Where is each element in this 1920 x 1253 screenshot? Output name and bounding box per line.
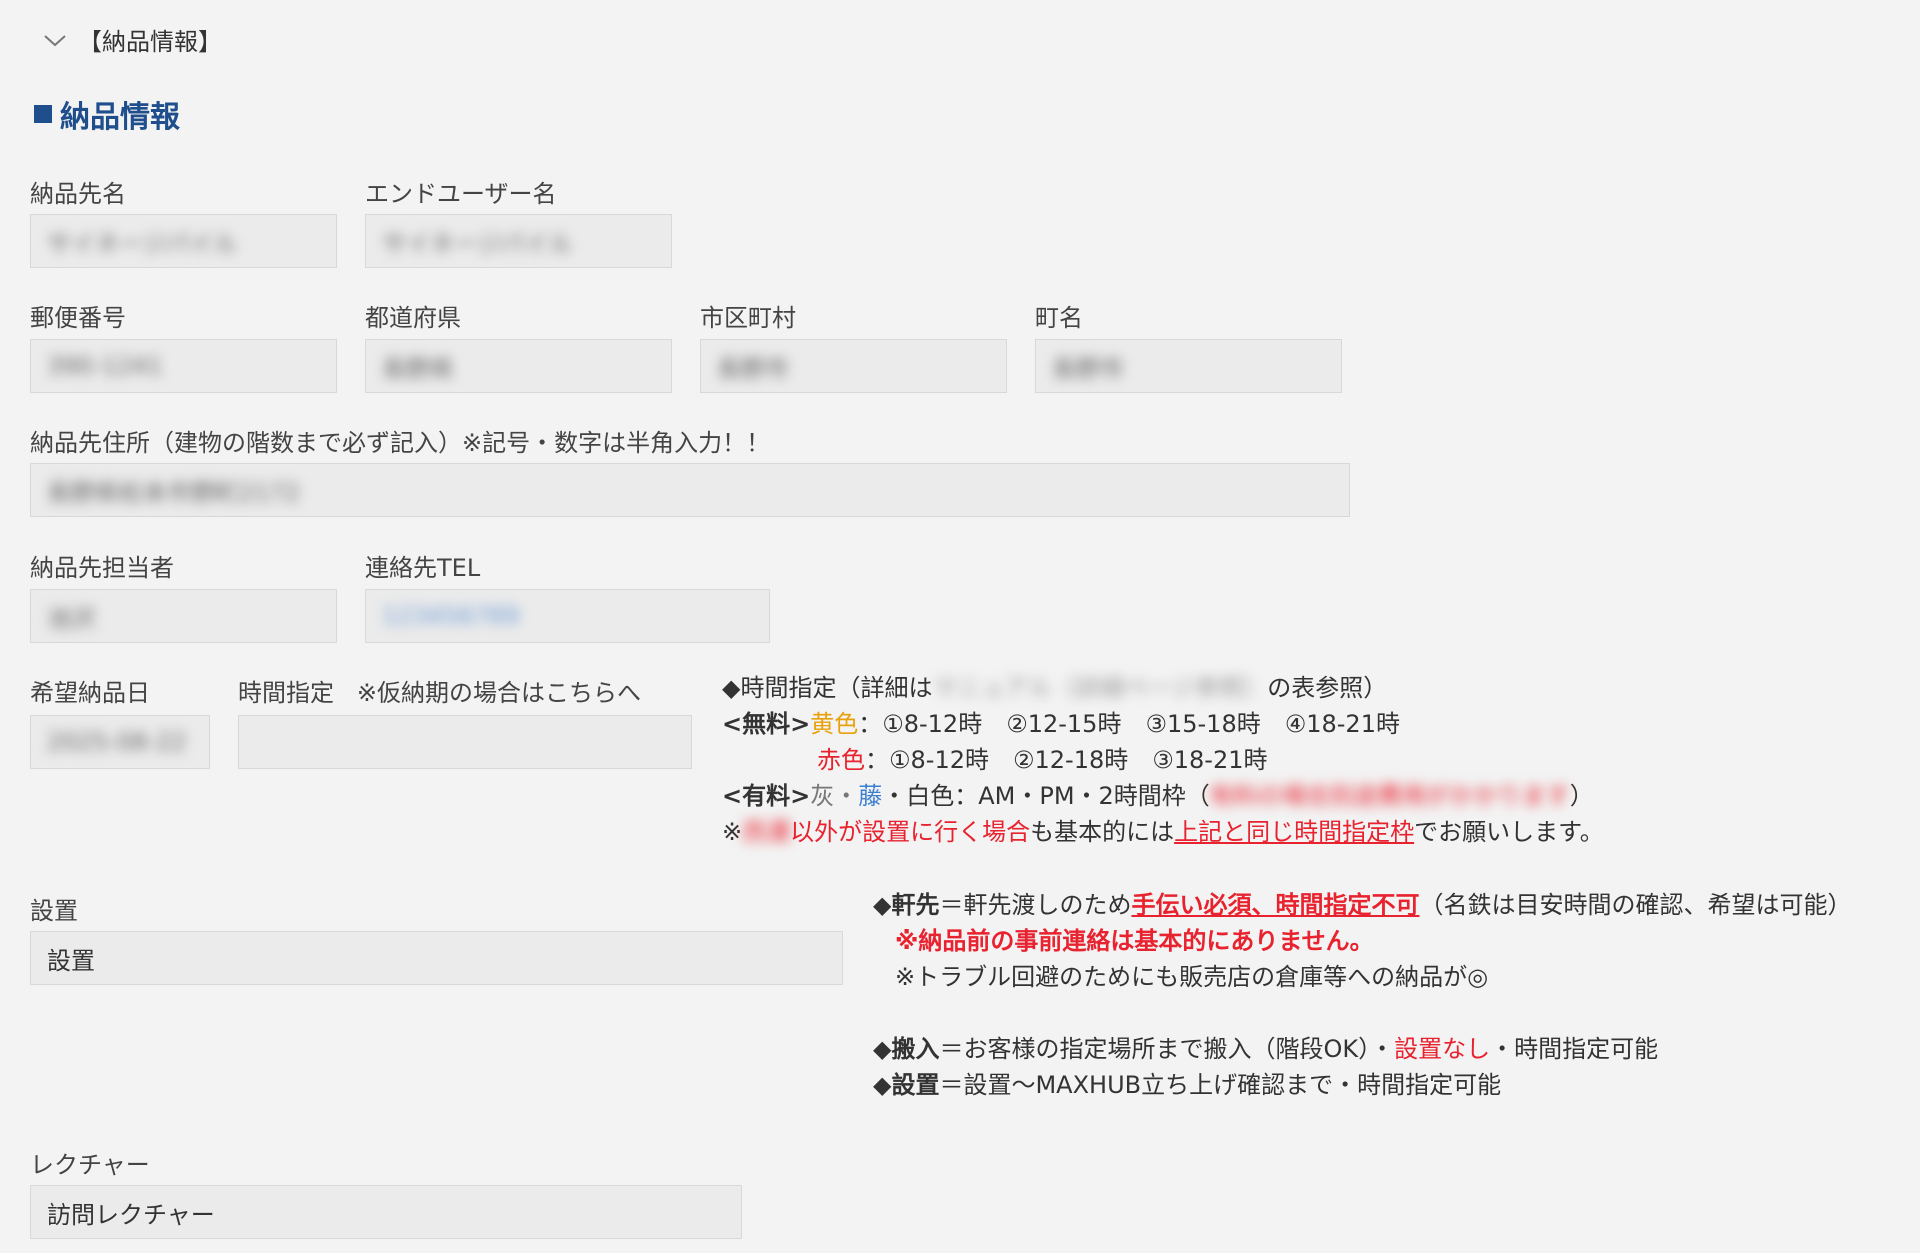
section-toggle-label: 【納品情報】 [78,28,222,56]
time-info-free-red: 赤色：①8-12時 ②12-18時 ③18-21時 [817,746,1268,774]
prefecture-field[interactable]: 長野県 [365,339,672,393]
lecture-select[interactable]: 訪問レクチャー [30,1185,742,1239]
desired-date-field[interactable]: 2025-08-22 [30,715,210,769]
contact-tel-label: 連絡先TEL [365,554,481,582]
install-info-line4: ◆搬入＝お客様の指定場所まで搬入（階段OK）・設置なし・時間指定可能 [873,1035,1659,1063]
town-label: 町名 [1035,304,1083,332]
time-info-note: ※西濃以外が設置に行く場合も基本的には上記と同じ時間指定枠でお願いします。 [722,818,1604,846]
postal-label: 郵便番号 [30,304,126,332]
delivery-name-label: 納品先名 [30,180,126,208]
time-slot-label: 時間指定 ※仮納期の場合はこちらへ [238,679,641,707]
page-title: 納品情報 [34,92,180,136]
end-user-field[interactable]: サイネージパイル [365,214,672,268]
time-info-paid: <有料>灰・藤・白色：AM・PM・2時間枠（有料の場合別途費用がかかります） [722,782,1594,810]
contact-tel-field[interactable]: 123456789 [365,589,770,643]
section-toggle[interactable]: 【納品情報】 [42,22,222,57]
time-slot-field[interactable] [238,715,692,769]
same-time-slot-link[interactable]: 上記と同じ時間指定枠 [1174,818,1414,846]
desired-date-label: 希望納品日 [30,679,150,707]
time-info-block: ◆時間指定（詳細はマニュアル（詳細ページ参照）の表参照） <無料>黄色：①8-1… [722,670,1604,850]
postal-field[interactable]: 390-1241 [30,339,337,393]
time-info-header: ◆時間指定（詳細はマニュアル（詳細ページ参照）の表参照） [722,674,1388,702]
town-field[interactable]: 長野市 [1035,339,1342,393]
end-user-label: エンドユーザー名 [365,180,557,208]
address-label: 納品先住所（建物の階数まで必ず記入）※記号・数字は半角入力！！ [30,429,771,457]
install-info-line1: ◆軒先＝軒先渡しのため手伝い必須、時間指定不可（名鉄は目安時間の確認、希望は可能… [873,891,1852,919]
contact-person-label: 納品先担当者 [30,554,174,582]
delivery-name-field[interactable]: サイネージパイル [30,214,337,268]
chevron-down-icon [44,34,66,46]
install-info-block: ◆軒先＝軒先渡しのため手伝い必須、時間指定不可（名鉄は目安時間の確認、希望は可能… [873,887,1851,1103]
city-label: 市区町村 [700,304,796,332]
square-bullet-icon [34,105,52,123]
tentative-note: ※仮納期の場合はこちらへ [356,679,641,707]
lecture-label: レクチャー [30,1151,150,1179]
prefecture-label: 都道府県 [365,304,461,332]
time-info-free-yellow: <無料>黄色：①8-12時 ②12-15時 ③15-18時 ④18-21時 [722,710,1400,738]
install-select[interactable]: 設置 [30,931,843,985]
city-field[interactable]: 長野市 [700,339,1007,393]
address-field[interactable]: 長野県松本市野町2172 [30,463,1350,517]
install-info-line5: ◆設置＝設置～MAXHUB立ち上げ確認まで・時間指定可能 [873,1071,1502,1099]
install-info-line3: ※トラブル回避のためにも販売店の倉庫等への納品が◎ [895,963,1489,991]
contact-person-field[interactable]: 池沢 [30,589,337,643]
install-label: 設置 [30,897,78,925]
install-info-line2: ※納品前の事前連絡は基本的にありません。 [895,927,1374,955]
